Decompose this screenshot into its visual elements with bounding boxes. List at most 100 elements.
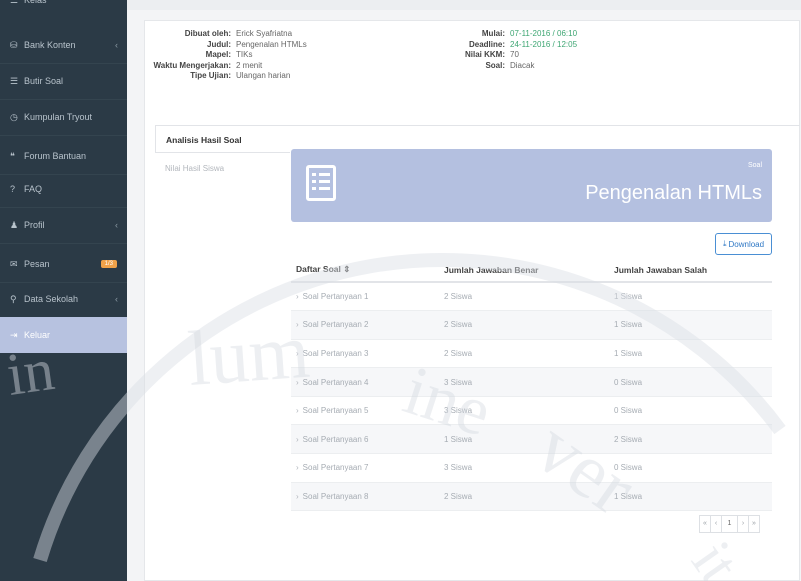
list-icon: ☰ [10,0,24,6]
sidebar-item-kelas[interactable]: ☰Kelas [0,0,127,18]
soal-name[interactable]: Soal Pertanyaan 4 [303,378,369,387]
info-row: Waktu Mengerjakan: 2 menit [151,61,307,72]
sidebar-item-label: Kelas [24,0,47,5]
main-area: Dibuat oleh: Erick Syafriatna Judul: Pengen… [127,0,801,581]
table-row[interactable]: › Soal Pertanyaan 2 2 Siswa 1 Siswa [291,310,772,340]
sidebar-item-faq[interactable]: ? FAQ [0,171,127,207]
jawaban-salah-cell: 2 Siswa [609,424,772,455]
database-icon: ⛁ [10,39,18,50]
sidebar-divider [0,135,127,136]
jawaban-salah-cell: 1 Siswa [609,282,772,312]
chevron-left-icon: ‹ [115,220,118,230]
pagination-page-1[interactable]: 1 [721,515,738,533]
logout-icon: ⇥ [10,329,18,340]
info-label: Tipe Ujian: [190,71,231,80]
soal-name-cell: › Soal Pertanyaan 1 [291,282,439,312]
soal-name[interactable]: Soal Pertanyaan 6 [303,435,369,444]
soal-hero-banner: Soal Pengenalan HTMLs [291,149,772,222]
chat-icon: ❝ [10,150,15,161]
info-label: Deadline: [468,39,505,49]
chevron-right-icon[interactable]: › [296,406,299,415]
info-row: Mulai: 07-11-2016 / 06:10 [441,29,577,40]
info-label: Judul: [207,39,231,49]
message-count-badge: 1/3 [100,260,117,268]
info-label: Soal: [485,60,505,70]
sidebar-item-label: Data Sekolah [24,294,79,304]
list-icon: ☰ [10,75,19,86]
soal-name[interactable]: Soal Pertanyaan 5 [303,406,369,415]
jawaban-salah-cell: 1 Siswa [609,482,772,512]
header-daftar-soal[interactable]: Daftar Soal ⇕ [291,258,439,283]
soal-table: Daftar Soal ⇕ Jumlah Jawaban Benar Jumla… [291,258,772,512]
info-value: 24-11-2016 / 12:05 [510,39,578,49]
chevron-right-icon[interactable]: › [296,349,299,358]
info-label: Mapel: [205,50,231,59]
soal-name-cell: › Soal Pertanyaan 7 [291,453,439,483]
table-row[interactable]: › Soal Pertanyaan 6 1 Siswa 2 Siswa [291,424,772,455]
sidebar-item-forum-bantuan[interactable]: ❝ Forum Bantuan [0,138,127,174]
sidebar-item-data-sekolah[interactable]: ⚲ Data Sekolah ‹ [0,281,127,317]
info-value: Ulangan harian [236,71,291,80]
jawaban-benar-cell: 2 Siswa [439,482,609,512]
table-header-row: Daftar Soal ⇕ Jumlah Jawaban Benar Jumla… [291,258,772,283]
soal-name-cell: › Soal Pertanyaan 4 [291,367,439,397]
chevron-right-icon[interactable]: › [296,292,299,301]
sidebar-item-keluar[interactable]: ⇥ Keluar [0,317,127,353]
chevron-right-icon[interactable]: › [296,435,299,444]
chevron-left-icon: ‹ [115,294,118,304]
download-button[interactable]: ⤓ Download [715,233,772,255]
jawaban-salah-cell: 0 Siswa [609,453,772,483]
sidebar-divider [0,243,127,244]
header-jawaban-benar: Jumlah Jawaban Benar [439,258,609,283]
table-row[interactable]: › Soal Pertanyaan 5 3 Siswa 0 Siswa [291,396,772,426]
info-row: Judul: Pengenalan HTMLs [151,40,307,51]
jawaban-salah-cell: 0 Siswa [609,367,772,397]
soal-name[interactable]: Soal Pertanyaan 3 [303,349,369,358]
sidebar: ☰Kelas⛁Bank Konten‹☰Butir Soal◷Kumpulan … [0,0,127,581]
table-row[interactable]: › Soal Pertanyaan 3 2 Siswa 1 Siswa [291,339,772,369]
sidebar-item-kumpulan-tryout[interactable]: ◷ Kumpulan Tryout [0,99,127,135]
table-row[interactable]: › Soal Pertanyaan 1 2 Siswa 1 Siswa [291,282,772,312]
table-row[interactable]: › Soal Pertanyaan 4 3 Siswa 0 Siswa [291,367,772,397]
soal-name[interactable]: Soal Pertanyaan 8 [303,492,369,501]
sidebar-item-pesan[interactable]: ✉ Pesan 1/3 [0,246,127,282]
info-right-block: Mulai: 07-11-2016 / 06:10 Deadline: 24-11-2… [441,29,577,71]
info-label: Mulai: [481,29,505,38]
jawaban-benar-cell: 2 Siswa [439,310,609,340]
chevron-right-icon[interactable]: › [296,320,299,329]
info-label: Nilai KKM: [465,50,505,59]
info-label: Dibuat oleh: [184,29,231,38]
chevron-right-icon[interactable]: › [296,378,299,387]
info-label: Waktu Mengerjakan: [153,60,232,70]
soal-name-cell: › Soal Pertanyaan 8 [291,482,439,512]
soal-name[interactable]: Soal Pertanyaan 1 [303,292,369,301]
sidebar-item-profil[interactable]: ♟ Profil ‹ [0,207,127,243]
info-row: Tipe Ujian: Ulangan harian [151,71,307,82]
top-bar [127,0,801,10]
table-row[interactable]: › Soal Pertanyaan 8 2 Siswa 1 Siswa [291,482,772,512]
info-row: Mapel: TIKs [151,50,307,61]
tab-nilai-hasil-siswa[interactable]: Nilai Hasil Siswa [155,155,290,179]
sidebar-item-label: Profil [24,220,45,230]
pagination-last[interactable]: » [748,515,760,533]
info-value: TIKs [236,50,253,59]
soal-name[interactable]: Soal Pertanyaan 2 [303,320,369,329]
chevron-right-icon[interactable]: › [296,492,299,501]
sidebar-item-butir-soal[interactable]: ☰ Butir Soal [0,63,127,99]
sidebar-item-label: Butir Soal [24,76,64,86]
soal-name[interactable]: Soal Pertanyaan 7 [303,463,369,472]
tab-analisis-hasil-soal[interactable]: Analisis Hasil Soal [155,125,290,153]
table-row[interactable]: › Soal Pertanyaan 7 3 Siswa 0 Siswa [291,453,772,483]
info-value: Erick Syafriatna [236,29,293,38]
chevron-right-icon[interactable]: › [296,463,299,472]
info-value: 2 menit [236,60,263,70]
jawaban-benar-cell: 2 Siswa [439,282,609,312]
info-row: Deadline: 24-11-2016 / 12:05 [441,40,577,51]
jawaban-benar-cell: 3 Siswa [439,396,609,426]
hero-title: Pengenalan HTMLs [585,182,762,204]
soal-name-cell: › Soal Pertanyaan 2 [291,310,439,340]
tab-divider [290,125,800,126]
sidebar-item-label: Forum Bantuan [24,151,87,161]
document-list-icon [306,165,336,201]
sidebar-item-bank-konten[interactable]: ⛁ Bank Konten ‹ [0,27,127,63]
